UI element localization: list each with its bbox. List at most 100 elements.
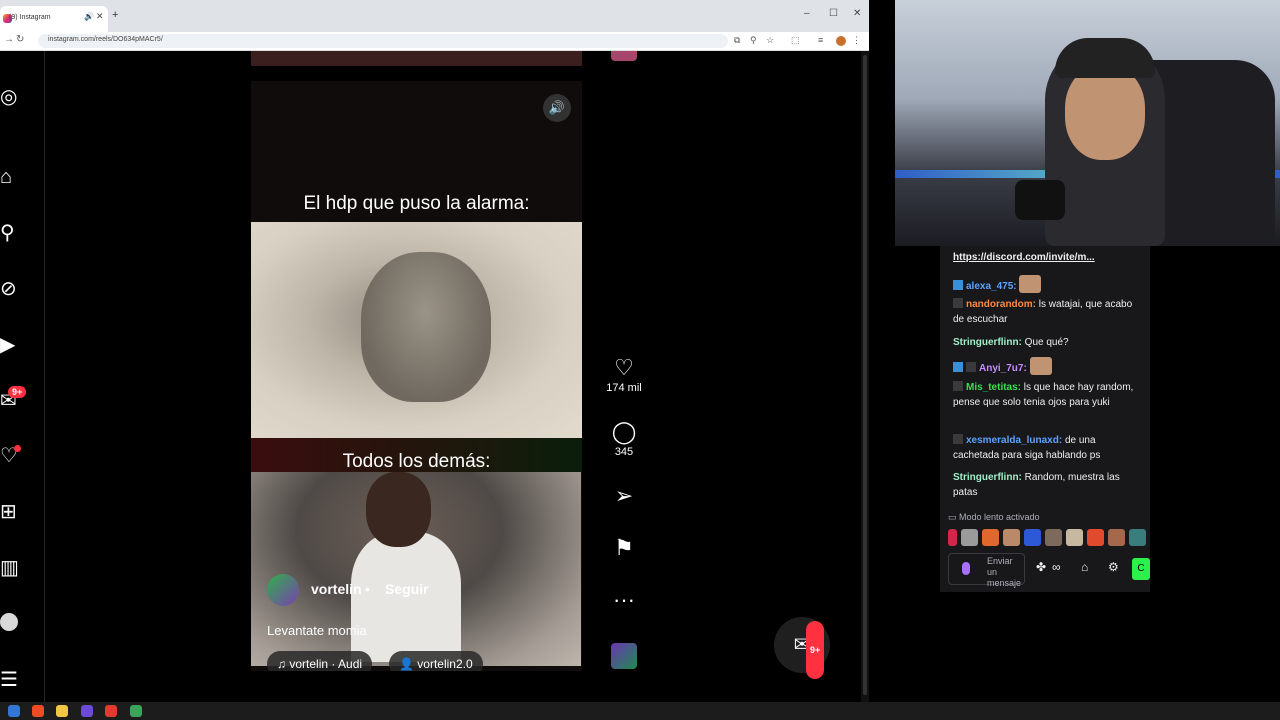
more-action[interactable]: ··· [600,588,648,612]
discord-link[interactable]: https://discord.com/invite/m... [953,252,1095,263]
separator-dot: • [365,581,370,597]
emote[interactable] [1003,529,1020,546]
home-icon[interactable]: ⌂ [0,166,20,188]
chat-username[interactable]: Stringuerflinn: [953,472,1022,483]
chat-message: Stringuerflinn: Random, muestra las pata… [953,470,1138,500]
emote[interactable] [1087,529,1104,546]
more-menu-icon[interactable]: ☰ [0,669,20,691]
streamer-face [1065,65,1145,160]
chat-send-button[interactable]: C [1132,558,1150,580]
reels-icon[interactable]: ▶ [0,334,20,356]
sidebar: ◎ ⌂ ⚲ ⊘ ▶ ✉ 9+ ♡ ⊞ ▥ ☰ [0,51,45,702]
chat-username[interactable]: Mis_tetitas: [966,382,1021,393]
audio-pill[interactable]: ♫ vortelin · Audi [267,651,373,671]
channel-points-icon[interactable]: ∞ [1052,560,1061,574]
emote[interactable] [961,529,978,546]
scrollbar-thumb[interactable] [863,55,867,695]
url-field[interactable]: instagram.com/reels/DO634pMACr5/ [38,34,728,48]
emote[interactable] [1129,529,1146,546]
chat-username[interactable]: xesmeralda_lunaxd: [966,435,1062,446]
tab-instagram[interactable]: (9) Instagram 🔊 ✕ [0,6,108,32]
bits-icon[interactable]: ✤ [1036,560,1046,574]
brave-icon[interactable] [32,705,44,717]
send-icon[interactable]: ➢ [600,484,648,508]
store-icon[interactable]: ⌂ [1081,560,1088,574]
emote[interactable] [982,529,999,546]
chat-input-placeholder: Enviar un mensaje [987,556,1022,588]
minimize-button[interactable]: – [804,8,810,19]
messages-fab[interactable]: ✉ 9+ [774,617,830,679]
tab-bar: (9) Instagram 🔊 ✕ + – ☐ ✕ [0,0,869,32]
more-options-icon[interactable]: ··· [600,588,648,612]
sound-icon[interactable]: 🔊 [543,94,571,122]
follow-button[interactable]: Seguir [385,581,429,597]
menu-icon[interactable]: ⋮ [852,35,861,46]
badge-icon [953,381,963,391]
speaker-icon[interactable]: 🔊 [84,12,94,21]
chat-username[interactable]: alexa_475: [966,281,1017,292]
install-icon[interactable]: ⧉ [734,35,740,46]
audio-thumbnail[interactable] [611,643,637,669]
profile-avatar-icon[interactable] [0,613,18,631]
close-tab-icon[interactable]: ✕ [96,11,104,22]
reel-image-mummy [251,222,582,438]
comment-action[interactable]: ◯ 345 [600,420,648,459]
comment-icon[interactable]: ◯ [600,420,648,444]
emote[interactable] [1045,529,1062,546]
page-scrollbar[interactable] [861,51,869,702]
heart-icon[interactable]: ♡ [600,356,648,380]
chat-username[interactable]: Anyi_7u7: [979,363,1027,374]
badge-icon [953,280,963,290]
emote[interactable] [948,529,957,546]
emote[interactable] [1066,529,1083,546]
settings-gear-icon[interactable]: ⚙ [1108,560,1119,574]
app-icon[interactable] [105,705,117,717]
create-icon[interactable]: ⊞ [0,501,20,523]
profile-avatar[interactable] [836,36,846,46]
explore-icon[interactable]: ⊘ [0,278,20,300]
chat-username[interactable]: Stringuerflinn: [953,337,1022,348]
forward-icon[interactable]: → [4,34,14,45]
instagram-logo-icon[interactable]: ◎ [0,86,20,108]
search-icon[interactable]: ⚲ [0,222,20,244]
mic-icon[interactable] [962,562,970,575]
like-count: 174 mil [606,382,642,394]
emote[interactable] [1108,529,1125,546]
new-tab-button[interactable]: + [112,9,118,21]
save-action[interactable]: ⚑ [600,536,648,560]
browser-window: (9) Instagram 🔊 ✕ + – ☐ ✕ → ↻ instagram.… [0,0,869,702]
author-avatar[interactable] [267,574,299,606]
reload-icon[interactable]: ↻ [16,34,24,45]
tab-title: (9) Instagram [9,14,51,21]
media-icon[interactable]: ≡ [818,35,823,45]
zoom-icon[interactable]: ⚲ [750,35,757,46]
obs-icon[interactable] [81,705,93,717]
chat-input[interactable]: Enviar un mensaje [948,553,1025,588]
chat-message: nandorandom: ls watajai, que acabo de es… [953,297,1138,327]
bookmark-icon[interactable]: ⚑ [600,536,648,560]
emote-image [1029,357,1052,375]
messenger-badge: 9+ [8,386,27,398]
bookmark-star-icon[interactable]: ☆ [766,35,774,46]
like-action[interactable]: ♡ 174 mil [600,356,648,395]
share-action[interactable]: ➢ [600,484,648,508]
chrome-icon[interactable] [130,705,142,717]
extensions-icon[interactable]: ⬚ [791,35,800,46]
close-window-button[interactable]: ✕ [853,8,861,19]
emote[interactable] [1024,529,1041,546]
emote-bar [948,529,1150,549]
folder-icon[interactable] [56,705,68,717]
author-username[interactable]: vortelin [311,581,362,597]
pinned-link-line: https://discord.com/invite/m... [953,250,1138,265]
tagged-user-pill[interactable]: 👤 vortelin2.0 [389,651,483,671]
dashboard-icon[interactable]: ▥ [0,557,20,579]
reel-caption: Levantate momia [267,623,367,638]
maximize-button[interactable]: ☐ [829,8,838,19]
stream-chat: https://discord.com/invite/m... alexa_47… [940,246,1150,592]
badge-icon [953,362,963,372]
reel-video[interactable]: 🔊 El hdp que puso la alarma: Todos los d… [251,81,582,671]
chat-text: Que qué? [1024,337,1069,348]
chat-username[interactable]: nandorandom: [966,299,1036,310]
edge-icon[interactable] [8,705,20,717]
previous-music-thumb[interactable] [611,51,637,61]
